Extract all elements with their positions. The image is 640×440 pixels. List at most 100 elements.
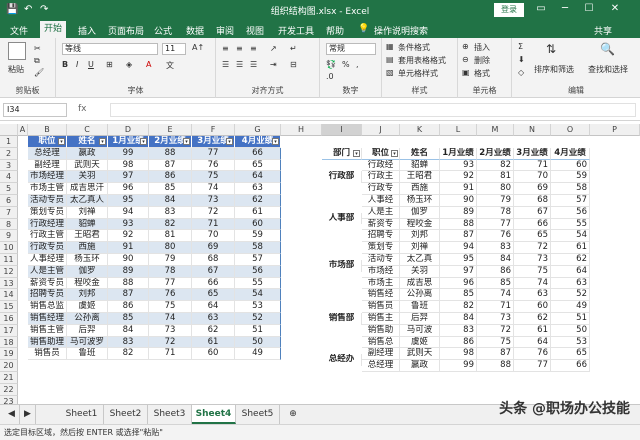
pivot-cell[interactable]: 83: [440, 324, 477, 337]
table-cell[interactable]: 99: [108, 147, 149, 160]
row-header[interactable]: 23: [0, 395, 18, 404]
font-size-select[interactable]: 11: [162, 43, 186, 55]
pivot-header-cell[interactable]: 姓名: [400, 147, 440, 160]
pivot-header-cell[interactable]: 3月业绩: [514, 147, 551, 160]
table-cell[interactable]: 75: [192, 171, 235, 184]
table-cell[interactable]: 80: [149, 242, 192, 254]
table-cell[interactable]: 73: [192, 195, 235, 207]
table-cell[interactable]: 65: [235, 159, 281, 172]
row-header[interactable]: 6: [0, 195, 18, 207]
table-cell[interactable]: 74: [149, 313, 192, 325]
pivot-cell[interactable]: 活动专: [362, 254, 400, 266]
table-cell[interactable]: 行政经理: [28, 218, 67, 231]
menu-home[interactable]: 开始: [40, 21, 67, 38]
filter-dropdown-icon[interactable]: ▾: [272, 138, 279, 145]
pivot-cell[interactable]: 成吉思: [400, 277, 440, 290]
table-cell[interactable]: 鲁班: [67, 348, 108, 361]
table-cell[interactable]: 总经理: [28, 147, 67, 160]
pivot-cell[interactable]: 招聘专: [362, 230, 400, 243]
table-cell[interactable]: 太乙真人: [67, 195, 108, 207]
copy-icon[interactable]: ⧉: [34, 56, 40, 66]
paste-icon[interactable]: [8, 42, 26, 60]
table-cell[interactable]: 89: [108, 265, 149, 278]
pivot-cell[interactable]: 99: [440, 360, 477, 372]
pivot-cell[interactable]: 67: [514, 206, 551, 219]
table-header-cell[interactable]: 3月业绩 ▾: [192, 136, 235, 148]
table-cell[interactable]: 77: [149, 277, 192, 290]
table-cell[interactable]: 86: [149, 171, 192, 184]
pivot-cell[interactable]: 市场经: [362, 265, 400, 278]
table-cell[interactable]: 98: [108, 159, 149, 172]
row-header[interactable]: 21: [0, 372, 18, 384]
pivot-cell[interactable]: 武则天: [400, 348, 440, 361]
column-header-G[interactable]: G: [235, 124, 281, 136]
pivot-cell[interactable]: 58: [551, 183, 590, 195]
pivot-cell[interactable]: 88: [440, 218, 477, 231]
pivot-cell[interactable]: 市场主: [362, 277, 400, 290]
table-cell[interactable]: 84: [108, 324, 149, 337]
pivot-cell[interactable]: 62: [551, 254, 590, 266]
merge-center-icon[interactable]: ⊟: [290, 60, 297, 69]
row-header[interactable]: 4: [0, 171, 18, 184]
pivot-cell[interactable]: 54: [551, 230, 590, 243]
pivot-cell[interactable]: 80: [477, 183, 514, 195]
table-cell[interactable]: 成吉思汗: [67, 183, 108, 195]
pivot-cell[interactable]: 75: [477, 336, 514, 349]
pivot-cell[interactable]: 策划专: [362, 242, 400, 254]
pivot-cell[interactable]: 72: [514, 242, 551, 254]
pivot-cell[interactable]: 87: [477, 348, 514, 361]
table-cell[interactable]: 人事经理: [28, 254, 67, 266]
sort-filter-icon[interactable]: ⇅: [546, 42, 556, 56]
pivot-cell[interactable]: 97: [440, 265, 477, 278]
pivot-cell[interactable]: 83: [477, 242, 514, 254]
column-header-J[interactable]: J: [362, 124, 400, 136]
table-cell[interactable]: 82: [108, 348, 149, 361]
table-cell[interactable]: 90: [108, 254, 149, 266]
maximize-icon[interactable]: ☐: [580, 3, 598, 14]
table-header-cell[interactable]: 职位 ▾: [28, 136, 67, 148]
orientation-icon[interactable]: ↗: [270, 44, 277, 53]
pivot-cell[interactable]: 75: [514, 265, 551, 278]
table-cell[interactable]: 招聘专员: [28, 289, 67, 302]
table-cell[interactable]: 85: [149, 183, 192, 195]
table-cell[interactable]: 53: [235, 301, 281, 313]
table-cell[interactable]: 63: [192, 313, 235, 325]
table-cell[interactable]: 市场主管: [28, 183, 67, 195]
table-cell[interactable]: 王昭君: [67, 230, 108, 243]
table-cell[interactable]: 63: [235, 183, 281, 195]
row-header[interactable]: 20: [0, 360, 18, 372]
pivot-cell[interactable]: 73: [514, 254, 551, 266]
cell-style-icon[interactable]: ▧: [386, 68, 394, 77]
column-header-L[interactable]: L: [440, 124, 477, 136]
pivot-cell[interactable]: 77: [477, 218, 514, 231]
table-header-cell[interactable]: 4月业绩 ▾: [235, 136, 281, 148]
table-cell[interactable]: 93: [108, 218, 149, 231]
table-cell[interactable]: 86: [108, 301, 149, 313]
format-cells-button[interactable]: 格式: [474, 68, 490, 79]
table-cell[interactable]: 67: [192, 265, 235, 278]
table-cell[interactable]: 72: [192, 206, 235, 219]
pivot-cell[interactable]: 64: [551, 265, 590, 278]
pivot-cell[interactable]: 刘邦: [400, 230, 440, 243]
pivot-cell[interactable]: 64: [514, 336, 551, 349]
pivot-cell[interactable]: 薪资专: [362, 218, 400, 231]
pivot-cell[interactable]: 57: [551, 195, 590, 207]
pivot-cell[interactable]: 82: [440, 301, 477, 313]
fill-icon[interactable]: ⬇: [518, 55, 525, 64]
minimize-icon[interactable]: ─: [556, 3, 574, 14]
pivot-cell[interactable]: 副经理: [362, 348, 400, 361]
pivot-cell[interactable]: 52: [551, 289, 590, 302]
menu-review[interactable]: 审阅: [216, 24, 234, 37]
pivot-cell[interactable]: 71: [514, 159, 551, 172]
pivot-cell[interactable]: 关羽: [400, 265, 440, 278]
row-header[interactable]: 14: [0, 289, 18, 302]
pivot-cell[interactable]: 公孙离: [400, 289, 440, 302]
row-header[interactable]: 9: [0, 230, 18, 243]
sheet-tab-1[interactable]: Sheet1: [60, 405, 104, 424]
pivot-cell[interactable]: 85: [440, 289, 477, 302]
table-cell[interactable]: 西施: [67, 242, 108, 254]
row-header[interactable]: 19: [0, 348, 18, 361]
pivot-cell[interactable]: 86: [477, 265, 514, 278]
pivot-cell[interactable]: 89: [440, 206, 477, 219]
currency-icon[interactable]: 💱: [326, 60, 336, 69]
